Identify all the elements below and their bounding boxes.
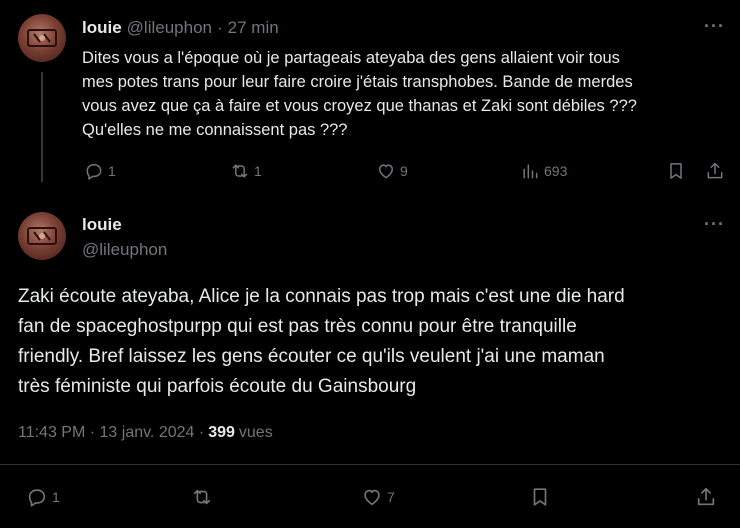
tweet-timestamp[interactable]: 11:43 PM · 13 janv. 2024 ·: [18, 424, 204, 442]
reply-tweet-header: louie @lileuphon · 27 min: [82, 18, 279, 38]
thread-connector-line: [41, 72, 43, 182]
tweet-meta: 11:43 PM · 13 janv. 2024 · 399 vues: [18, 424, 273, 442]
bookmark-button[interactable]: [529, 486, 551, 508]
heart-icon: [379, 164, 393, 179]
tweet-text-line: mes potes trans pour leur faire croire j…: [82, 73, 633, 91]
tweet-text-line: Qu'elles ne me connaissent pas ???: [82, 121, 348, 139]
avatar-image: [27, 29, 57, 47]
main-tweet-text: Zaki écoute ateyaba, Alice je la connais…: [18, 282, 625, 402]
more-options-button[interactable]: ···: [704, 214, 725, 235]
share-button[interactable]: [705, 161, 725, 181]
bookmark-button[interactable]: [666, 161, 686, 181]
tweet-text-line: Dites vous a l'époque où je partageais a…: [82, 49, 620, 67]
views-count: 693: [544, 163, 568, 179]
tweet-text-line: fan de spaceghostpurpp qui est pas très …: [18, 316, 577, 337]
repost-button[interactable]: 1: [230, 161, 262, 181]
views-label: vues: [238, 424, 273, 441]
share-button[interactable]: [695, 486, 717, 508]
views-count: 399: [208, 424, 235, 441]
bar-chart-icon: [523, 164, 538, 179]
repost-button[interactable]: [191, 486, 213, 508]
separator-dot: ·: [217, 18, 223, 37]
bookmark-icon: [670, 163, 682, 179]
tweet-text-line: très féministe qui parfois écoute du Gai…: [18, 376, 417, 397]
reply-count: 1: [108, 163, 116, 179]
divider: [0, 464, 740, 465]
tweet-text-line: friendly. Bref laissez les gens écouter …: [18, 346, 605, 367]
heart-icon: [364, 489, 380, 506]
reply-tweet-text: Dites vous a l'époque où je partageais a…: [82, 46, 637, 142]
repost-count: 1: [254, 163, 262, 179]
tweet-time[interactable]: 27 min: [228, 18, 279, 38]
avatar[interactable]: [18, 14, 66, 62]
avatar[interactable]: [18, 212, 66, 260]
author-name[interactable]: louie: [82, 215, 122, 235]
tweet-text-line: vous avez que ça à faire et vous croyez …: [82, 97, 637, 115]
like-button[interactable]: 9: [376, 161, 408, 181]
like-count: 9: [400, 163, 408, 179]
like-count: 7: [387, 489, 395, 505]
reply-button[interactable]: 1: [26, 486, 60, 508]
author-handle[interactable]: @lileuphon: [127, 18, 212, 38]
repost-icon: [232, 164, 248, 178]
share-icon: [697, 487, 715, 506]
reply-icon: [28, 489, 46, 507]
reply-button[interactable]: 1: [84, 161, 116, 181]
bookmark-icon: [533, 488, 547, 506]
reply-count: 1: [52, 489, 60, 505]
repost-icon: [193, 489, 211, 505]
author-name[interactable]: louie: [82, 18, 122, 38]
reply-icon: [86, 164, 102, 180]
author-handle[interactable]: @lileuphon: [82, 240, 167, 260]
views-button[interactable]: 693: [520, 161, 567, 181]
like-button[interactable]: 7: [361, 486, 395, 508]
tweet-text-line: Zaki écoute ateyaba, Alice je la connais…: [18, 286, 625, 307]
avatar-image: [27, 227, 57, 245]
share-icon: [707, 162, 723, 179]
more-options-button[interactable]: ···: [704, 16, 725, 37]
